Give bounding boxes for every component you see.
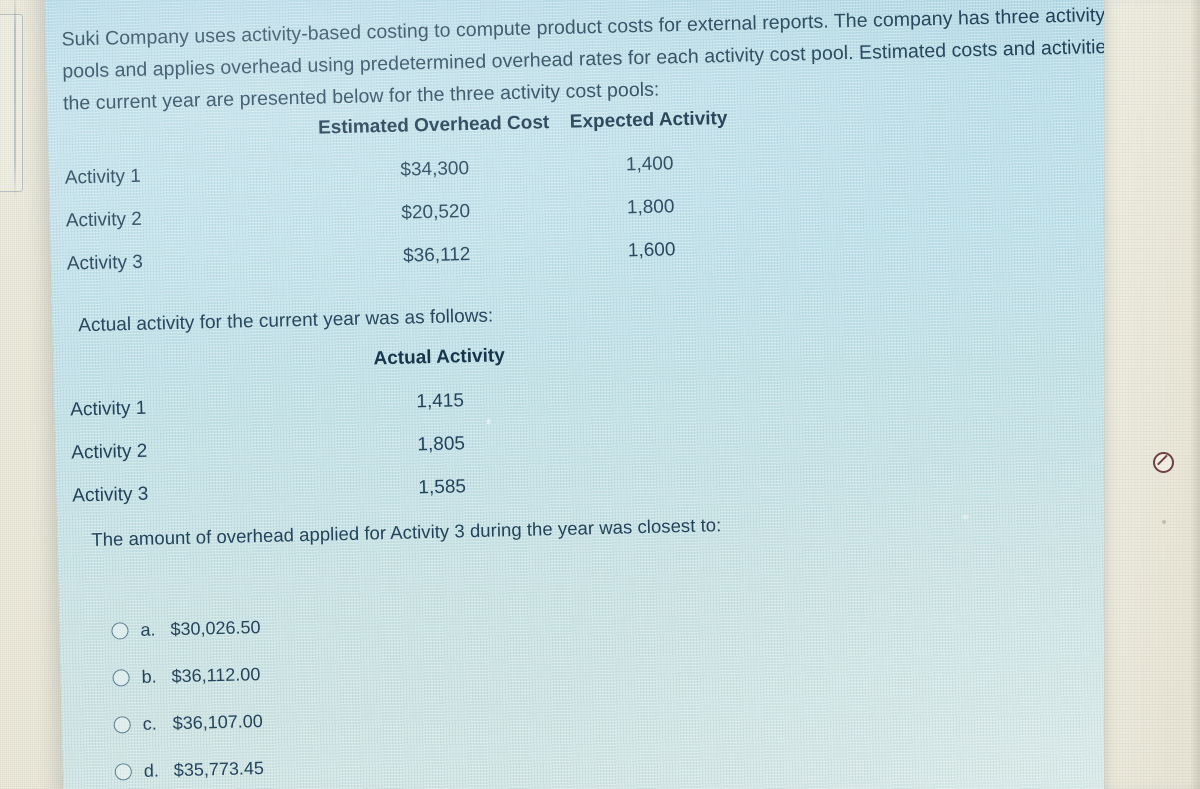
cell-actual-activity: 1,805: [417, 433, 466, 456]
cell-expected-activity: 1,800: [626, 196, 675, 219]
option-c[interactable]: c. $36,107.00: [113, 704, 573, 736]
col-header-blank: [64, 118, 314, 146]
estimated-overhead-table: Estimated Overhead Cost Expected Activit…: [64, 107, 768, 296]
table-row: Activity 2 $20,520 1,800: [66, 194, 766, 231]
row-label: Activity 3: [72, 483, 149, 507]
option-value: $36,107.00: [172, 711, 263, 734]
col-header-estimated-overhead-cost: Estimated Overhead Cost: [317, 112, 550, 139]
option-value: $30,026.50: [170, 617, 261, 640]
col-header-blank: [69, 350, 319, 378]
option-letter: b.: [141, 666, 157, 687]
cell-estimated-cost: $20,520: [401, 201, 471, 224]
answer-options: a. $30,026.50 b. $36,112.00 c. $36,107.0…: [111, 610, 575, 789]
table-row: Activity 1 1,415: [70, 383, 770, 420]
option-b[interactable]: b. $36,112.00: [112, 657, 572, 689]
option-a[interactable]: a. $30,026.50: [111, 610, 571, 642]
option-value: $35,773.45: [173, 758, 265, 781]
row-label: Activity 2: [71, 440, 148, 464]
radio-icon[interactable]: [112, 669, 130, 687]
cell-estimated-cost: $36,112: [402, 244, 471, 267]
table-row: Activity 3 1,585: [72, 469, 772, 506]
radio-icon[interactable]: [113, 716, 131, 734]
table-row: Activity 2 1,805: [71, 426, 771, 463]
table-row: Activity 1 $34,300 1,400: [65, 151, 765, 188]
option-d[interactable]: d. $35,773.45: [114, 751, 575, 783]
quiz-content: Time left 0:15:37 Suki Company uses acti…: [44, 0, 1200, 789]
row-label: Activity 3: [66, 251, 144, 275]
photo-of-screen: Time left 0:15:37 Suki Company uses acti…: [0, 0, 1200, 789]
dust-speck: [961, 514, 970, 520]
question-stem: Suki Company uses activity-based costing…: [61, 3, 1147, 115]
row-label: Activity 2: [65, 208, 143, 232]
radio-icon[interactable]: [114, 763, 133, 781]
cell-expected-activity: 1,400: [625, 153, 674, 176]
screen-wrapper: Time left 0:15:37 Suki Company uses acti…: [0, 0, 1200, 789]
col-header-expected-activity: Expected Activity: [569, 107, 728, 133]
cell-estimated-cost: $34,300: [400, 158, 470, 181]
radio-icon[interactable]: [111, 622, 129, 640]
row-label: Activity 1: [64, 165, 142, 189]
option-value: $36,112.00: [171, 664, 261, 687]
actual-activity-table: Actual Activity Activity 1 1,415 Activit…: [69, 339, 773, 528]
right-paper-margin: [1104, 0, 1200, 789]
row-label: Activity 1: [70, 397, 147, 421]
quiz-screen: Time left 0:15:37 Suki Company uses acti…: [44, 0, 1200, 789]
cell-actual-activity: 1,585: [418, 476, 467, 499]
no-entry-icon: [1153, 452, 1174, 473]
table-row: Activity 3 $36,112 1,600: [67, 237, 767, 274]
table-header-row: Actual Activity: [69, 339, 769, 377]
dust-speck: [1162, 520, 1166, 524]
dust-speck: [486, 418, 491, 425]
option-letter: d.: [143, 760, 160, 781]
col-header-actual-activity: Actual Activity: [373, 345, 506, 370]
cell-actual-activity: 1,415: [416, 390, 465, 413]
right-edge-shadow: [1190, 0, 1200, 789]
cell-expected-activity: 1,600: [627, 239, 676, 262]
option-letter: c.: [142, 713, 157, 734]
option-letter: a.: [140, 619, 156, 640]
actual-activity-lead: Actual activity for the current year was…: [78, 305, 494, 337]
